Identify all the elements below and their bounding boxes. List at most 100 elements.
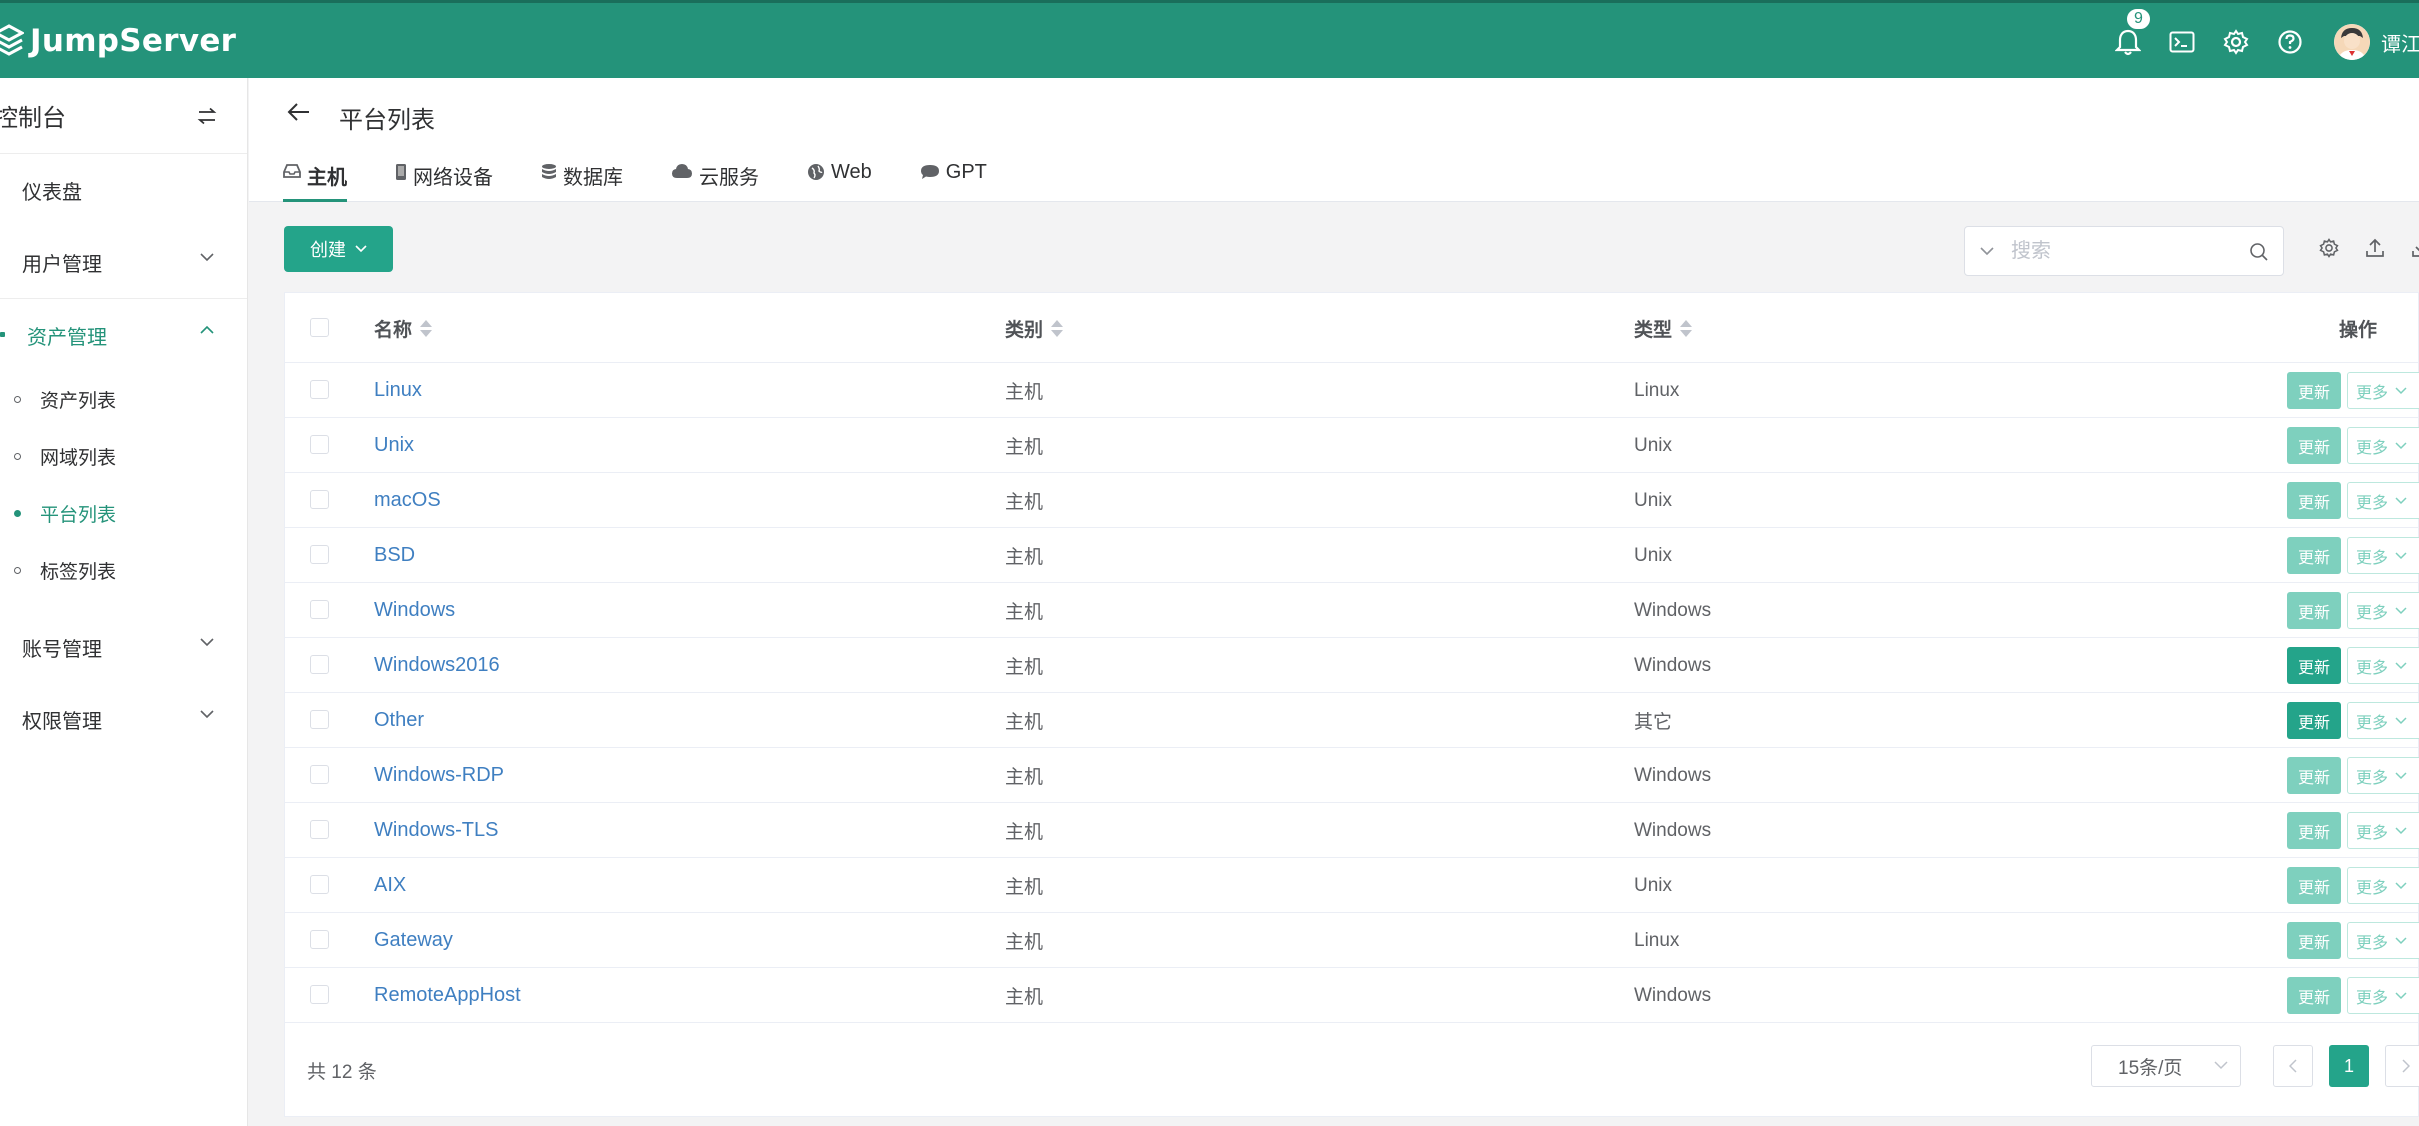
- update-button[interactable]: 更新: [2287, 702, 2341, 739]
- update-button[interactable]: 更新: [2287, 922, 2341, 959]
- export-button[interactable]: [2398, 238, 2419, 264]
- search-icon[interactable]: [2249, 242, 2269, 262]
- update-button[interactable]: 更新: [2287, 647, 2341, 684]
- more-actions-button[interactable]: 更多: [2347, 372, 2419, 409]
- more-actions-button[interactable]: 更多: [2347, 647, 2419, 684]
- page-size-select[interactable]: 15条/页: [2091, 1045, 2241, 1087]
- update-button[interactable]: 更新: [2287, 427, 2341, 464]
- tab-cloud[interactable]: 云服务: [671, 156, 759, 202]
- sidebar-title: 控制台: [0, 105, 66, 132]
- platform-name-link[interactable]: macOS: [374, 473, 441, 528]
- page-number-current[interactable]: 1: [2329, 1045, 2369, 1087]
- update-button[interactable]: 更新: [2287, 812, 2341, 849]
- more-actions-button[interactable]: 更多: [2347, 702, 2419, 739]
- platform-name-link[interactable]: Windows-RDP: [374, 748, 504, 803]
- platform-category: 主机: [1005, 822, 1044, 843]
- platform-name-link[interactable]: Other: [374, 693, 424, 748]
- platform-name-link[interactable]: BSD: [374, 528, 415, 583]
- help-button[interactable]: [2270, 23, 2310, 61]
- sidebar-item-label: 权限管理: [22, 710, 102, 733]
- column-header-category[interactable]: 类别: [1005, 293, 1064, 363]
- tab-gpt[interactable]: GPT: [920, 156, 987, 202]
- tab-web[interactable]: Web: [807, 156, 872, 202]
- platform-name-link[interactable]: Unix: [374, 418, 414, 473]
- row-checkbox[interactable]: [310, 435, 329, 454]
- row-checkbox[interactable]: [310, 545, 329, 564]
- column-header-actions: 操作: [2339, 293, 2377, 363]
- sort-icon[interactable]: [1680, 319, 1693, 337]
- row-checkbox[interactable]: [310, 985, 329, 1004]
- sidebar-item-permission-management[interactable]: 权限管理: [0, 683, 247, 755]
- sidebar-item-dashboard[interactable]: 仪表盘: [0, 154, 247, 226]
- sidebar-item-user-management[interactable]: 用户管理: [0, 226, 247, 298]
- sidebar-subitem-label: 标签列表: [40, 562, 117, 583]
- row-checkbox[interactable]: [310, 490, 329, 509]
- import-button[interactable]: [2352, 238, 2398, 264]
- more-actions-button[interactable]: 更多: [2347, 812, 2419, 849]
- more-actions-button[interactable]: 更多: [2347, 757, 2419, 794]
- platform-name-link[interactable]: Linux: [374, 363, 422, 418]
- username: 谭江: [2381, 33, 2419, 56]
- chevron-up-icon: [200, 325, 214, 334]
- row-checkbox[interactable]: [310, 710, 329, 729]
- row-checkbox[interactable]: [310, 600, 329, 619]
- platform-name-link[interactable]: RemoteAppHost: [374, 968, 521, 1023]
- sidebar-item-account-management[interactable]: 账号管理: [0, 611, 247, 683]
- create-button[interactable]: 创建: [284, 226, 393, 272]
- search-box[interactable]: [1964, 226, 2284, 276]
- update-button[interactable]: 更新: [2287, 537, 2341, 574]
- sidebar-item-asset-management[interactable]: 资产管理: [0, 299, 247, 371]
- search-filter-dropdown[interactable]: [1965, 246, 2009, 256]
- more-actions-button[interactable]: 更多: [2347, 922, 2419, 959]
- more-actions-button[interactable]: 更多: [2347, 537, 2419, 574]
- column-header-type[interactable]: 类型: [1634, 293, 1693, 363]
- sidebar-subitem-asset-list[interactable]: 资产列表: [0, 371, 247, 428]
- platform-name-link[interactable]: Windows-TLS: [374, 803, 498, 858]
- table-settings-button[interactable]: [2306, 238, 2352, 264]
- update-button[interactable]: 更新: [2287, 757, 2341, 794]
- update-button[interactable]: 更新: [2287, 867, 2341, 904]
- more-actions-button[interactable]: 更多: [2347, 977, 2419, 1014]
- update-button[interactable]: 更新: [2287, 482, 2341, 519]
- platform-name-link[interactable]: Gateway: [374, 913, 453, 968]
- platform-name-link[interactable]: Windows2016: [374, 638, 500, 693]
- settings-button[interactable]: [2216, 23, 2256, 61]
- tab-host[interactable]: 主机: [283, 156, 347, 202]
- row-checkbox[interactable]: [310, 875, 329, 894]
- platform-name-link[interactable]: Windows: [374, 583, 455, 638]
- more-actions-button[interactable]: 更多: [2347, 427, 2419, 464]
- logo[interactable]: JumpServer: [0, 21, 236, 61]
- column-header-label: 操作: [2339, 319, 2378, 341]
- notification-button[interactable]: 9: [2108, 7, 2152, 61]
- search-input[interactable]: [2009, 239, 2239, 263]
- update-button[interactable]: 更新: [2287, 592, 2341, 629]
- sidebar-subitem-label-list[interactable]: 标签列表: [0, 542, 247, 599]
- row-checkbox[interactable]: [310, 765, 329, 784]
- update-button[interactable]: 更新: [2287, 372, 2341, 409]
- switch-view-icon[interactable]: [197, 107, 217, 125]
- next-page-button[interactable]: [2385, 1045, 2419, 1087]
- sort-icon[interactable]: [420, 319, 433, 337]
- more-actions-button[interactable]: 更多: [2347, 482, 2419, 519]
- row-checkbox[interactable]: [310, 655, 329, 674]
- user-menu[interactable]: 谭江: [2334, 24, 2419, 60]
- more-actions-button[interactable]: 更多: [2347, 867, 2419, 904]
- tab-network-device[interactable]: 网络设备: [395, 156, 493, 202]
- sort-icon[interactable]: [1051, 319, 1064, 337]
- back-arrow-icon[interactable]: [287, 102, 311, 122]
- update-button[interactable]: 更新: [2287, 977, 2341, 1014]
- column-header-name[interactable]: 名称: [374, 293, 433, 363]
- tab-database[interactable]: 数据库: [541, 156, 623, 202]
- more-actions-button[interactable]: 更多: [2347, 592, 2419, 629]
- table-header: 名称 类别 类型 操作: [285, 293, 2418, 363]
- select-all-checkbox[interactable]: [310, 318, 329, 337]
- web-terminal-button[interactable]: [2162, 23, 2202, 61]
- row-checkbox[interactable]: [310, 380, 329, 399]
- platform-name-link[interactable]: AIX: [374, 858, 406, 913]
- sidebar-subitem-domain-list[interactable]: 网域列表: [0, 428, 247, 485]
- row-checkbox[interactable]: [310, 930, 329, 949]
- tab-label: 云服务: [699, 167, 759, 189]
- sidebar-subitem-platform-list[interactable]: 平台列表: [0, 485, 247, 542]
- row-checkbox[interactable]: [310, 820, 329, 839]
- prev-page-button[interactable]: [2273, 1045, 2313, 1087]
